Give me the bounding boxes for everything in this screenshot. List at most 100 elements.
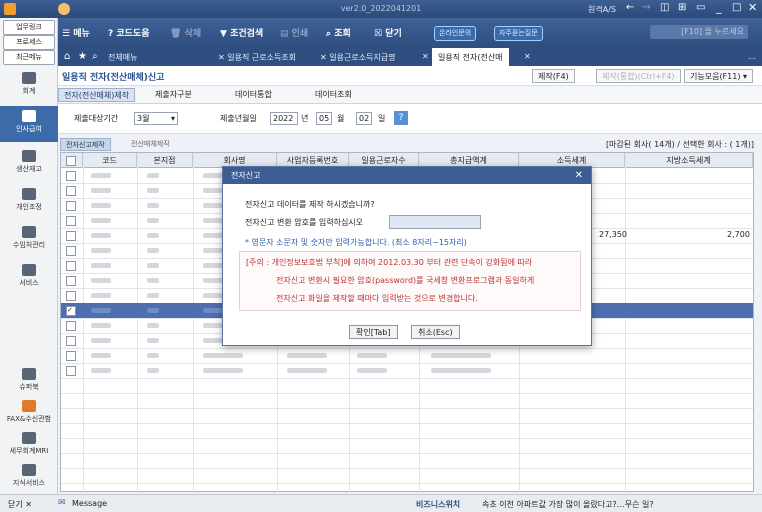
search-icon[interactable]: ⌕ <box>92 51 98 62</box>
row-checkbox[interactable] <box>66 171 76 181</box>
make-button[interactable]: 제작(F4) <box>532 69 575 83</box>
table-row[interactable] <box>61 468 753 484</box>
back-icon[interactable]: ← <box>626 2 634 13</box>
tab-daily-income-query[interactable]: ✕ 일용직 근로소득조회 <box>218 52 296 63</box>
row-checkbox[interactable] <box>66 246 76 256</box>
online-inquiry-button[interactable]: 온라인문의 <box>434 26 477 41</box>
maximize-icon[interactable]: □ <box>732 2 741 13</box>
more-tabs-icon[interactable]: … <box>748 52 756 61</box>
sidebar-item-personal[interactable]: 개인조정 <box>0 188 58 216</box>
functions-button[interactable]: 기능모음(F11) ▾ <box>684 69 754 83</box>
row-checkbox[interactable] <box>66 276 76 286</box>
sidebar-close-button[interactable]: 닫기 ✕ <box>8 499 32 510</box>
process-button[interactable]: 프로세스 <box>3 35 55 50</box>
minimize-icon[interactable]: _ <box>716 1 722 14</box>
main-toolbar: ☰ 메뉴 ? 코드도움 🗑 삭제 ▼ 조건검색 ▤ 인쇄 ⌕ 조회 ☒ 닫기 온… <box>58 18 762 48</box>
blurred-cell <box>147 368 159 373</box>
tab-electronic-filing[interactable]: 일용직 전자(전산매 <box>432 48 509 66</box>
sidebar-item-fax[interactable]: FAX&수신관함 <box>0 400 58 428</box>
sidebar-item-knowledge[interactable]: 지식서비스 <box>0 464 58 492</box>
sidebar-item-clients[interactable]: 수임처관리 <box>0 226 58 254</box>
tab-close-icon[interactable]: ✕ <box>524 52 531 61</box>
grid-tab-electronic[interactable]: 전자신고제작 <box>60 138 111 151</box>
blurred-cell <box>91 203 111 208</box>
work-link-button[interactable]: 업무링크 <box>3 20 55 35</box>
row-checkbox[interactable] <box>66 366 76 376</box>
table-row[interactable] <box>61 393 753 409</box>
blurred-cell <box>147 203 159 208</box>
sidebar-item-label: 지식서비스 <box>12 479 46 487</box>
help-icon[interactable]: ? <box>394 111 408 125</box>
header-select-all-checkbox[interactable] <box>61 153 83 168</box>
recent-menu-button[interactable]: 최근메뉴 <box>3 50 55 65</box>
message-label[interactable]: Message <box>72 499 107 508</box>
ok-button[interactable]: 확인[Tab] <box>349 325 398 339</box>
sidebar-item-service[interactable]: 서비스 <box>0 264 58 292</box>
table-row[interactable] <box>61 363 753 379</box>
row-checkbox[interactable] <box>66 336 76 346</box>
period-select[interactable]: 3월 ▾ <box>134 112 178 125</box>
close-button[interactable]: ☒ 닫기 <box>374 26 402 39</box>
query-button[interactable]: ⌕ 조회 <box>326 26 351 39</box>
tab-daily-payment[interactable]: ✕ 일용근로소득지급명 <box>320 52 396 63</box>
sidebar-item-payroll[interactable]: 인사급여 <box>0 106 58 142</box>
row-checkbox[interactable] <box>66 201 76 211</box>
delete-button[interactable]: 🗑 삭제 <box>170 26 201 39</box>
day-input[interactable]: 02 <box>356 112 372 125</box>
blurred-cell <box>147 233 159 238</box>
table-row[interactable] <box>61 408 753 424</box>
grid-icon[interactable]: ⊞ <box>678 2 686 13</box>
local-tax-cell: 2,700 <box>727 230 750 239</box>
faq-button[interactable]: 자주묻는질문 <box>494 26 543 41</box>
row-checkbox[interactable] <box>66 216 76 226</box>
forward-icon[interactable]: → <box>642 2 650 13</box>
row-checkbox[interactable] <box>66 186 76 196</box>
tab-electronic-filing-close[interactable]: ✕ <box>422 52 429 61</box>
home-icon[interactable]: ⌂ <box>64 51 70 62</box>
table-row[interactable] <box>61 453 753 469</box>
notice-box: [주의 : 개인정보보호법 부칙]에 의하여 2012.03.30 부터 관련 … <box>239 251 581 311</box>
print-button[interactable]: ▤ 인쇄 <box>280 26 308 39</box>
layout-icon[interactable]: ◫ <box>660 2 669 13</box>
sidebar-item-accounting[interactable]: 회계 <box>0 72 58 100</box>
row-checkbox[interactable]: ✓ <box>66 306 76 316</box>
table-row[interactable] <box>61 348 753 364</box>
tab-close-icon[interactable]: ✕ <box>320 53 329 62</box>
checkbox[interactable] <box>66 156 76 166</box>
table-row[interactable] <box>61 423 753 439</box>
year-input[interactable]: 2022 <box>270 112 298 125</box>
subtab-electronic-make[interactable]: 전자(전산매체)제작 <box>58 88 136 102</box>
table-row[interactable] <box>61 378 753 394</box>
row-checkbox[interactable] <box>66 231 76 241</box>
subtab-data-query[interactable]: 데이터조회 <box>310 88 357 102</box>
grid-tab-media[interactable]: 전산매체제작 <box>126 138 175 151</box>
tab-all-menu[interactable]: 전체메뉴 <box>108 52 137 63</box>
cancel-button[interactable]: 취소(Esc) <box>411 325 460 339</box>
dialog-close-icon[interactable]: ✕ <box>575 167 583 184</box>
close-icon[interactable]: ✕ <box>748 1 757 14</box>
remote-support-button[interactable]: 원격A/S <box>588 4 616 15</box>
row-checkbox[interactable] <box>66 321 76 331</box>
tab-close-icon[interactable]: ✕ <box>218 53 227 62</box>
month-input[interactable]: 05 <box>316 112 332 125</box>
subtab-data-merge[interactable]: 데이터통합 <box>230 88 277 102</box>
sidebar-item-production[interactable]: 생산재고 <box>0 150 58 178</box>
table-row[interactable] <box>61 438 753 454</box>
sidebar-item-superbook[interactable]: 슈퍼북 <box>0 368 58 396</box>
make-combined-button[interactable]: 제작(통합)(Ctrl+F4) <box>596 69 681 83</box>
password-input[interactable] <box>389 215 481 229</box>
condition-search-button[interactable]: ▼ 조건검색 <box>220 26 263 39</box>
star-icon[interactable]: ★ <box>78 51 87 62</box>
person-icon <box>22 110 36 122</box>
menu-button[interactable]: ☰ 메뉴 <box>62 26 90 39</box>
row-checkbox[interactable] <box>66 261 76 271</box>
blurred-cell <box>147 188 159 193</box>
sidebar-item-mri[interactable]: 세무회계MRI <box>0 432 58 460</box>
row-checkbox[interactable] <box>66 291 76 301</box>
subtab-submitter[interactable]: 제출자구분 <box>150 88 197 102</box>
menu-search-input[interactable]: [F10] 을 누르세요 <box>650 25 748 39</box>
codehelp-button[interactable]: ? 코드도움 <box>108 26 149 39</box>
restore-icon[interactable]: ▭ <box>696 2 705 13</box>
news-ticker[interactable]: 속초 이천 아파트값 가장 많이 올랐다고?…무슨 일? <box>482 499 654 510</box>
row-checkbox[interactable] <box>66 351 76 361</box>
